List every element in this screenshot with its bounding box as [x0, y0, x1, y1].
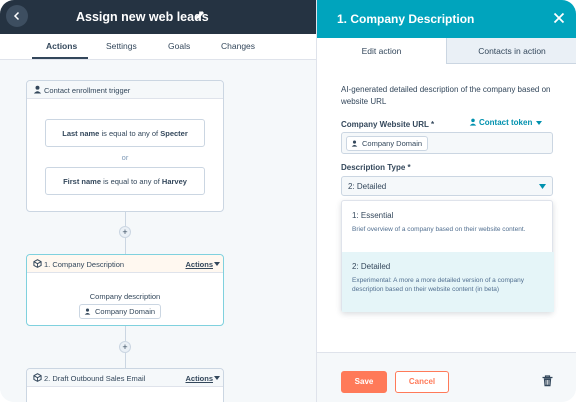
add-step-button[interactable]: +	[119, 226, 131, 238]
trash-icon[interactable]	[542, 375, 553, 387]
step2-card-header: 2. Draft Outbound Sales Email Actions	[27, 369, 223, 387]
option-description: Experimental: A more a more detailed ver…	[352, 277, 524, 293]
tab-contacts-in-action[interactable]: Contacts in action	[447, 38, 576, 64]
panel-header: 1. Company Description	[317, 0, 576, 38]
tab-changes[interactable]: Changes	[221, 41, 255, 51]
panel-tabs: Edit action Contacts in action	[317, 38, 576, 64]
step2-label: 2. Draft Outbound Sales Email	[44, 374, 146, 383]
step1-actions-menu[interactable]: Actions	[185, 260, 213, 269]
company-domain-token[interactable]: Company Domain	[79, 304, 162, 319]
option-detailed[interactable]: 2: Detailed Experimental: A more a more …	[342, 252, 554, 312]
cube-icon	[33, 373, 42, 382]
condition-or-separator: or	[121, 153, 129, 162]
save-button[interactable]: Save	[341, 371, 387, 393]
contact-token-label: Contact token	[479, 118, 533, 127]
caret-down-icon	[214, 376, 220, 380]
token-label: Company Domain	[95, 307, 156, 316]
back-arrow-icon	[13, 11, 20, 21]
action-description: AI-generated detailed description of the…	[341, 85, 551, 106]
trigger-card-label: Contact enrollment trigger	[44, 86, 131, 95]
company-website-url-label: Company Website URL *	[341, 120, 435, 129]
option-label: 2: Detailed	[352, 262, 391, 271]
option-description: Brief overview of a company based on the…	[352, 226, 526, 233]
condition-operator: is equal to any of	[101, 129, 159, 138]
step1-label: 1. Company Description	[44, 260, 125, 269]
person-icon	[351, 140, 358, 147]
step-draft-email-card[interactable]: 2. Draft Outbound Sales Email Actions	[26, 368, 224, 402]
panel-footer: Save Cancel	[317, 352, 576, 402]
workflow-canvas: Contact enrollment trigger Last name is …	[0, 60, 316, 402]
description-type-select[interactable]: 2: Detailed	[341, 176, 553, 196]
selected-value: 2: Detailed	[348, 182, 387, 191]
tab-settings[interactable]: Settings	[106, 41, 137, 51]
panel-title: 1. Company Description	[337, 12, 475, 26]
option-label: 1: Essential	[352, 211, 394, 220]
step-company-description-card[interactable]: 1. Company Description Actions Company d…	[26, 254, 224, 326]
description-type-label: Description Type *	[341, 163, 411, 172]
caret-down-icon	[536, 121, 543, 125]
trigger-condition-1[interactable]: Last name is equal to any of Specter	[45, 119, 205, 147]
tab-edit-action[interactable]: Edit action	[317, 38, 447, 64]
condition-value: Specter	[160, 129, 188, 138]
condition-field: Last name	[62, 129, 100, 138]
tab-actions[interactable]: Actions	[46, 41, 77, 51]
person-icon	[33, 85, 42, 94]
plus-icon: +	[122, 227, 128, 237]
trigger-condition-2[interactable]: First name is equal to any of Harvey	[45, 167, 205, 195]
add-step-button[interactable]: +	[119, 341, 131, 353]
app-frame: Assign new web leads Actions Settings Go…	[0, 0, 576, 402]
step1-output-label: Company description	[89, 292, 161, 301]
step1-card-header: 1. Company Description Actions	[27, 255, 223, 273]
caret-down-icon	[539, 184, 546, 189]
company-domain-token[interactable]: Company Domain	[346, 136, 429, 151]
workflow-tabs: Actions Settings Goals Changes	[0, 34, 316, 60]
condition-value: Harvey	[161, 177, 187, 186]
company-website-url-input[interactable]: Company Domain	[341, 132, 553, 154]
contact-token-menu[interactable]: Contact token	[469, 118, 543, 127]
close-icon[interactable]	[553, 12, 565, 24]
active-tab-indicator	[32, 57, 88, 59]
plus-icon: +	[122, 342, 128, 352]
workflow-title[interactable]: Assign new web leads	[76, 10, 209, 24]
person-icon	[469, 118, 477, 126]
back-button[interactable]	[6, 5, 28, 27]
person-icon	[84, 308, 91, 315]
action-panel: 1. Company Description Edit action Conta…	[316, 0, 576, 402]
trigger-card-header: Contact enrollment trigger	[27, 81, 223, 99]
description-type-dropdown: 1: Essential Brief overview of a company…	[341, 200, 554, 312]
cube-icon	[33, 259, 42, 268]
caret-down-icon	[214, 262, 220, 266]
token-label: Company Domain	[362, 139, 423, 148]
step2-actions-menu[interactable]: Actions	[185, 374, 213, 383]
condition-field: First name	[63, 177, 101, 186]
tab-goals[interactable]: Goals	[168, 41, 190, 51]
enrollment-trigger-card[interactable]: Contact enrollment trigger Last name is …	[26, 80, 224, 212]
option-essential[interactable]: 1: Essential Brief overview of a company…	[342, 201, 554, 252]
pencil-icon[interactable]	[194, 9, 206, 21]
workflow-editor: Assign new web leads Actions Settings Go…	[0, 0, 316, 402]
workflow-topbar: Assign new web leads	[0, 0, 316, 34]
condition-operator: is equal to any of	[103, 177, 160, 186]
cancel-button[interactable]: Cancel	[395, 371, 449, 393]
